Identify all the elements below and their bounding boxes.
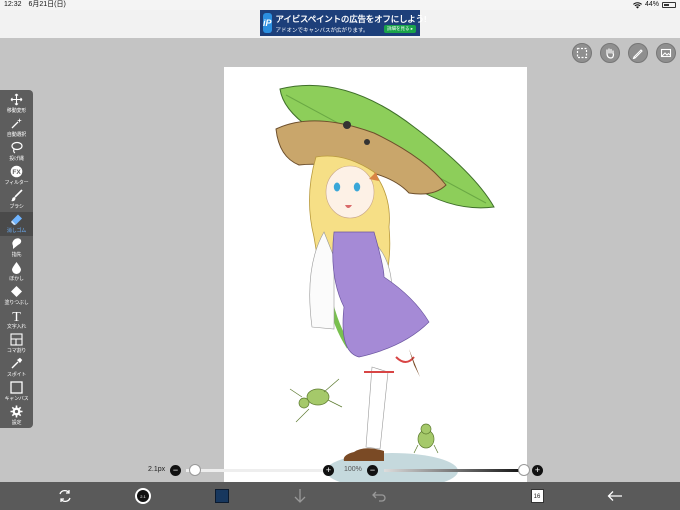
status-time: 12:32	[4, 1, 22, 8]
tool-eraser[interactable]: 消しゴム	[0, 212, 33, 236]
reference-tool-button[interactable]	[656, 43, 676, 63]
frame-divider-icon	[10, 333, 23, 346]
ad-banner[interactable]: iP アイビスペイントの広告をオフにしよう! アドオンでキャンバスが広がります。…	[260, 10, 427, 36]
brush-size-track[interactable]	[186, 469, 324, 472]
tool-label: 塗りつぶし	[4, 300, 29, 306]
brush-size-increase-button[interactable]: +	[323, 465, 334, 476]
tool-label: 文字入れ	[6, 324, 27, 330]
tool-label: ぼかし	[9, 276, 24, 282]
tool-label: 移動変形	[6, 108, 27, 114]
undo-arrow-icon	[372, 491, 386, 502]
tool-label: 指先	[11, 252, 22, 258]
finger-icon	[12, 238, 22, 249]
tool-settings[interactable]: 設定	[0, 404, 33, 428]
eyedropper-icon	[11, 357, 23, 369]
gear-icon	[10, 405, 23, 418]
top-bar: iP アイビスペイントの広告をオフにしよう! アドオンでキャンバスが広がります。…	[0, 10, 680, 38]
tool-frame-divider[interactable]: コマ割り	[0, 332, 33, 356]
drawing-canvas[interactable]	[224, 67, 527, 508]
text-icon: T	[12, 310, 21, 322]
left-toolbar: 移動変形 自動選択 投げ縄 FX フィルター ブラシ 消しゴム 指先 ぼかし 塗…	[0, 90, 33, 428]
ad-details-button[interactable]: 詳細を見る ▸	[383, 25, 416, 33]
status-bar: 12:32 6月21日(日) 44%	[0, 0, 680, 10]
ruler-pencil-icon	[632, 49, 643, 59]
tool-label: 投げ縄	[9, 156, 24, 162]
move-icon	[10, 93, 23, 106]
tool-blur[interactable]: ぼかし	[0, 260, 33, 284]
brush-icon	[11, 189, 23, 202]
tool-canvas[interactable]: キャンバス	[0, 380, 33, 404]
fill-bucket-icon	[11, 286, 22, 297]
tool-label: 設定	[11, 420, 22, 426]
ad-title: アイビスペイントの広告をオフにしよう!	[275, 13, 427, 24]
artwork-illustration	[275, 84, 495, 489]
brush-size-slider-thumb[interactable]	[188, 464, 201, 476]
brush-preview-icon: 2.1	[135, 488, 151, 504]
canvas-icon	[10, 381, 23, 394]
battery-icon	[662, 2, 676, 8]
ruler-tool-button[interactable]	[628, 43, 648, 63]
down-arrow-icon	[294, 489, 306, 503]
blur-drop-icon	[12, 262, 21, 274]
tool-text[interactable]: T 文字入れ	[0, 308, 33, 332]
eraser-icon	[11, 214, 22, 225]
tool-fill[interactable]: 塗りつぶし	[0, 284, 33, 308]
battery-percent: 44%	[644, 1, 659, 8]
back-arrow-icon	[607, 491, 622, 501]
back-button[interactable]	[606, 487, 624, 505]
fx-icon: FX	[10, 165, 23, 178]
bottom-toolbar: 2.1 16	[0, 482, 680, 510]
opacity-increase-button[interactable]: +	[532, 465, 543, 476]
layer-count-badge: 16	[530, 489, 544, 503]
tool-label: キャンバス	[4, 396, 29, 402]
opacity-slider-thumb[interactable]	[518, 464, 530, 476]
color-picker-button[interactable]	[213, 487, 231, 505]
magic-wand-icon	[11, 118, 22, 129]
selection-icon	[576, 47, 588, 59]
lasso-icon	[11, 141, 23, 154]
hand-icon	[606, 48, 615, 59]
opacity-decrease-button[interactable]: −	[367, 465, 378, 476]
brush-size-label: 2.1px	[148, 466, 166, 473]
tool-label: フィルター	[4, 180, 29, 186]
tool-label: 消しゴム	[6, 228, 27, 234]
tool-swap-button[interactable]	[56, 487, 74, 505]
tool-label: コマ割り	[6, 348, 27, 354]
tool-lasso[interactable]: 投げ縄	[0, 140, 33, 164]
selection-tool-button[interactable]	[572, 43, 592, 63]
swap-rotate-icon	[59, 489, 71, 503]
primary-color-swatch	[215, 489, 229, 503]
tool-label: スポイト	[6, 372, 27, 378]
ibis-paint-logo: iP	[263, 13, 272, 33]
tool-finger[interactable]: 指先	[0, 236, 33, 260]
reference-image-icon	[660, 48, 672, 58]
hand-tool-button[interactable]	[600, 43, 620, 63]
tool-eyedropper[interactable]: スポイト	[0, 356, 33, 380]
opacity-track[interactable]	[384, 469, 524, 472]
tool-label: 自動選択	[6, 132, 27, 138]
wifi-icon	[632, 1, 642, 9]
brush-size-decrease-button[interactable]: −	[170, 465, 181, 476]
tool-brush[interactable]: ブラシ	[0, 188, 33, 212]
brush-selector-button[interactable]: 2.1	[134, 487, 152, 505]
redo-button[interactable]	[370, 487, 388, 505]
tool-move[interactable]: 移動変形	[0, 92, 33, 116]
svg-text:T: T	[12, 310, 21, 322]
undo-button[interactable]	[291, 487, 309, 505]
opacity-label: 100%	[344, 466, 362, 473]
tool-filter[interactable]: FX フィルター	[0, 164, 33, 188]
status-date: 6月21日(日)	[28, 1, 66, 8]
layers-button[interactable]: 16	[528, 487, 546, 505]
svg-text:FX: FX	[12, 169, 21, 176]
tool-magic-wand[interactable]: 自動選択	[0, 116, 33, 140]
tool-label: ブラシ	[9, 204, 24, 210]
